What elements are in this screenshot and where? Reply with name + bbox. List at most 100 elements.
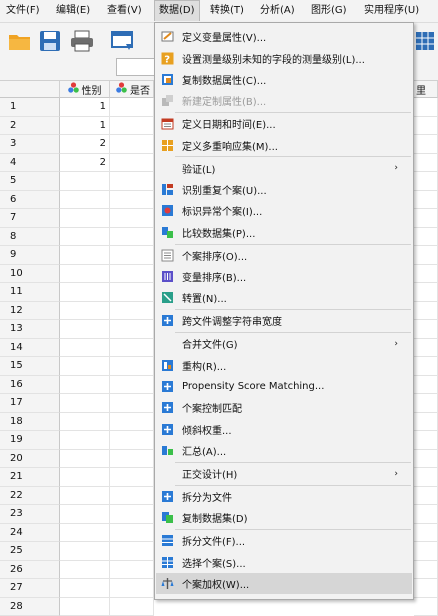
grid-cell[interactable] bbox=[110, 246, 154, 265]
grid-cell[interactable] bbox=[414, 265, 438, 284]
menu-item-case-control-matching[interactable]: 个案控制匹配 bbox=[156, 397, 412, 418]
menu-item-transpose[interactable]: 转置(N)... bbox=[156, 287, 412, 308]
grid-cell[interactable] bbox=[110, 172, 154, 191]
row-header[interactable]: 7 bbox=[0, 209, 60, 228]
grid-cell[interactable] bbox=[414, 579, 438, 598]
row-header[interactable]: 16 bbox=[0, 376, 60, 395]
menu-item-submenu-14[interactable]: 合并文件(G)› bbox=[156, 333, 412, 354]
row-header[interactable]: 5 bbox=[0, 172, 60, 191]
grid-cell[interactable] bbox=[414, 302, 438, 321]
grid-cell[interactable] bbox=[414, 357, 438, 376]
row-header[interactable]: 10 bbox=[0, 265, 60, 284]
grid-cell[interactable] bbox=[60, 598, 110, 616]
print-button[interactable] bbox=[68, 28, 96, 54]
menu-item-rake-weights[interactable]: 倾斜权重... bbox=[156, 419, 412, 440]
grid-cell[interactable] bbox=[414, 598, 438, 616]
row-header[interactable]: 17 bbox=[0, 394, 60, 413]
grid-cell[interactable] bbox=[414, 561, 438, 580]
grid-cell[interactable] bbox=[60, 450, 110, 469]
grid-cell[interactable] bbox=[414, 450, 438, 469]
column-header-partial[interactable]: 里 bbox=[414, 81, 438, 98]
grid-cell[interactable] bbox=[414, 209, 438, 228]
grid-cell[interactable] bbox=[60, 413, 110, 432]
grid-cell[interactable]: 2 bbox=[60, 135, 110, 154]
row-header[interactable]: 14 bbox=[0, 339, 60, 358]
grid-cell[interactable] bbox=[414, 431, 438, 450]
grid-cell[interactable] bbox=[110, 505, 154, 524]
grid-cell[interactable]: 1 bbox=[60, 117, 110, 136]
row-header[interactable]: 15 bbox=[0, 357, 60, 376]
grid-cell[interactable] bbox=[414, 172, 438, 191]
grid-cell[interactable] bbox=[60, 283, 110, 302]
grid-cell[interactable] bbox=[110, 357, 154, 376]
menu-analyze[interactable]: 分析(A) bbox=[256, 0, 299, 22]
row-header[interactable]: 26 bbox=[0, 561, 60, 580]
grid-cell[interactable] bbox=[110, 339, 154, 358]
grid-cell[interactable] bbox=[110, 117, 154, 136]
menu-graphs[interactable]: 图形(G) bbox=[307, 0, 351, 22]
grid-cell[interactable] bbox=[60, 302, 110, 321]
grid-cell[interactable] bbox=[110, 265, 154, 284]
grid-cell[interactable] bbox=[60, 505, 110, 524]
menu-edit[interactable]: 编辑(E) bbox=[52, 0, 94, 22]
row-header[interactable]: 23 bbox=[0, 505, 60, 524]
grid-cell[interactable] bbox=[110, 98, 154, 117]
row-header[interactable]: 6 bbox=[0, 191, 60, 210]
grid-cell[interactable] bbox=[414, 135, 438, 154]
menu-item-duplicate-cases[interactable]: 识别重复个案(U)... bbox=[156, 179, 412, 200]
grid-cell[interactable] bbox=[60, 579, 110, 598]
toolbar-grid-button[interactable] bbox=[414, 28, 436, 54]
menu-view[interactable]: 查看(V) bbox=[103, 0, 146, 22]
grid-cell[interactable] bbox=[414, 413, 438, 432]
grid-cell[interactable] bbox=[414, 98, 438, 117]
grid-cell[interactable] bbox=[110, 542, 154, 561]
grid-cell[interactable] bbox=[414, 228, 438, 247]
row-header[interactable]: 12 bbox=[0, 302, 60, 321]
row-header[interactable]: 22 bbox=[0, 487, 60, 506]
grid-cell[interactable] bbox=[110, 413, 154, 432]
grid-cell[interactable] bbox=[110, 579, 154, 598]
menu-item-submenu-20[interactable]: 正交设计(H)› bbox=[156, 463, 412, 484]
menu-item-select-cases[interactable]: 选择个案(S)... bbox=[156, 552, 412, 573]
grid-cell[interactable] bbox=[414, 505, 438, 524]
save-button[interactable] bbox=[36, 28, 64, 54]
grid-cell[interactable] bbox=[414, 154, 438, 173]
menu-item-copy-dataset[interactable]: 复制数据集(D) bbox=[156, 507, 412, 528]
row-header[interactable]: 4 bbox=[0, 154, 60, 173]
row-header[interactable]: 8 bbox=[0, 228, 60, 247]
grid-cell[interactable] bbox=[414, 394, 438, 413]
grid-cell[interactable] bbox=[414, 524, 438, 543]
grid-cell[interactable] bbox=[110, 450, 154, 469]
grid-cell[interactable] bbox=[60, 487, 110, 506]
menu-item-define-variable-properties[interactable]: 定义变量属性(V)... bbox=[156, 26, 412, 47]
grid-cell[interactable] bbox=[414, 339, 438, 358]
grid-cell[interactable] bbox=[60, 376, 110, 395]
grid-cell[interactable] bbox=[414, 246, 438, 265]
grid-cell[interactable] bbox=[110, 283, 154, 302]
grid-cell[interactable] bbox=[60, 524, 110, 543]
grid-cell[interactable] bbox=[414, 283, 438, 302]
grid-cell[interactable] bbox=[110, 376, 154, 395]
column-header-gender[interactable]: 性别 bbox=[60, 81, 110, 98]
grid-cell[interactable] bbox=[110, 487, 154, 506]
recall-dialog-button[interactable] bbox=[108, 28, 136, 54]
grid-cell[interactable] bbox=[60, 339, 110, 358]
grid-cell[interactable] bbox=[110, 598, 154, 616]
grid-cell[interactable] bbox=[110, 524, 154, 543]
menu-item-copy-data-properties[interactable]: 复制数据属性(C)... bbox=[156, 69, 412, 90]
grid-cell[interactable] bbox=[60, 394, 110, 413]
grid-cell[interactable] bbox=[60, 468, 110, 487]
row-header[interactable]: 19 bbox=[0, 431, 60, 450]
menu-item-weight-cases[interactable]: 个案加权(W)... bbox=[156, 573, 412, 594]
column-header-whether[interactable]: 是否 bbox=[110, 81, 154, 98]
grid-cell[interactable] bbox=[60, 357, 110, 376]
grid-cell[interactable] bbox=[414, 542, 438, 561]
grid-cell[interactable] bbox=[60, 265, 110, 284]
grid-cell[interactable] bbox=[60, 431, 110, 450]
grid-cell[interactable] bbox=[60, 172, 110, 191]
menu-item-set-measurement-level[interactable]: ?设置测量级别未知的字段的测量级别(L)... bbox=[156, 47, 412, 68]
row-header[interactable]: 11 bbox=[0, 283, 60, 302]
grid-cell[interactable] bbox=[414, 487, 438, 506]
grid-cell[interactable] bbox=[60, 320, 110, 339]
row-header[interactable]: 2 bbox=[0, 117, 60, 136]
